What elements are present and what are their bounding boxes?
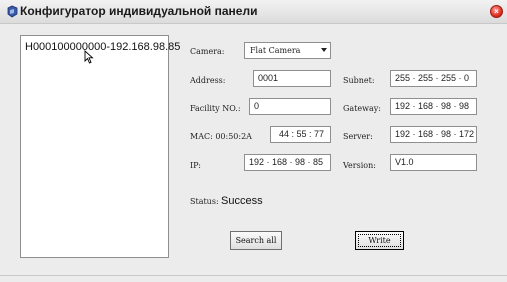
mac-label: MAC: 00:50:2A xyxy=(190,132,252,141)
facility-field[interactable]: 0 xyxy=(249,98,331,115)
camera-select-value: Flat Camera xyxy=(250,46,301,55)
status-value: Success xyxy=(221,195,263,207)
mouse-cursor-icon xyxy=(84,50,94,64)
device-list[interactable]: H000100000000-192.168.98.85 xyxy=(20,35,180,258)
configurator-window: Конфигуратор индивидуальной панели × H00… xyxy=(0,0,507,282)
version-label: Version: xyxy=(343,161,376,170)
camera-label: Camera: xyxy=(190,47,225,56)
close-icon: × xyxy=(494,7,499,16)
server-label: Server: xyxy=(343,132,373,141)
app-icon xyxy=(7,5,18,18)
search-all-button[interactable]: Search all xyxy=(230,231,282,250)
camera-select[interactable]: Flat Camera xyxy=(244,42,331,59)
address-label: Address: xyxy=(190,76,226,85)
gateway-label: Gateway: xyxy=(343,104,381,113)
facility-label: Facility NO.: xyxy=(190,104,241,113)
window-title: Конфигуратор индивидуальной панели xyxy=(20,4,258,18)
list-item[interactable]: H000100000000-192.168.98.85 xyxy=(25,41,180,53)
mac-field[interactable]: 44 : 55 : 77 xyxy=(270,126,331,143)
subnet-field[interactable]: 255 · 255 · 255 · 0 xyxy=(390,70,477,87)
ip-field[interactable]: 192 · 168 · 98 · 85 xyxy=(244,154,331,171)
write-button[interactable]: Write xyxy=(355,231,404,250)
close-button[interactable]: × xyxy=(490,5,503,18)
ip-label: IP: xyxy=(190,161,201,170)
subnet-label: Subnet: xyxy=(343,76,375,85)
status-label: Status: xyxy=(190,197,219,206)
gateway-field[interactable]: 192 · 168 · 98 · 98 xyxy=(390,98,477,115)
chevron-down-icon xyxy=(321,48,327,52)
version-field[interactable]: V1.0 xyxy=(390,154,477,171)
title-bar: Конфигуратор индивидуальной панели × xyxy=(0,0,507,24)
bottom-divider xyxy=(0,275,507,276)
server-field[interactable]: 192 · 168 · 98 · 172 xyxy=(390,126,477,143)
address-field[interactable]: 0001 xyxy=(253,70,331,87)
